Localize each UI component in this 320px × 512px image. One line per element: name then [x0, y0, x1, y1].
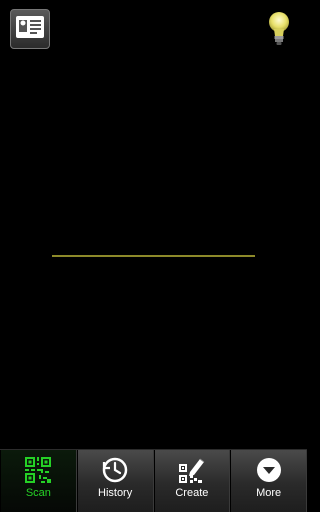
tab-create-label: Create: [175, 487, 209, 499]
contact-card-button[interactable]: [10, 9, 50, 49]
scan-laser-line: [52, 255, 255, 257]
contact-card-icon: [15, 15, 45, 44]
create-qr-icon: [178, 456, 206, 484]
scanner-screen: Scan History Create More: [0, 0, 307, 512]
bottom-tab-bar: Scan History Create More: [0, 449, 307, 512]
history-clock-icon: [101, 456, 129, 484]
tab-create[interactable]: Create: [153, 450, 231, 512]
tab-more[interactable]: More: [230, 450, 307, 512]
lightbulb-icon: [266, 10, 292, 53]
flashlight-button[interactable]: [265, 10, 293, 50]
tab-scan-label: Scan: [25, 487, 51, 499]
more-arrow-down-icon: [255, 456, 283, 484]
tab-history[interactable]: History: [76, 450, 154, 512]
tab-history-label: History: [98, 487, 133, 499]
tab-scan[interactable]: Scan: [0, 450, 77, 512]
qr-code-icon: [24, 456, 52, 484]
tab-more-label: More: [256, 487, 282, 499]
